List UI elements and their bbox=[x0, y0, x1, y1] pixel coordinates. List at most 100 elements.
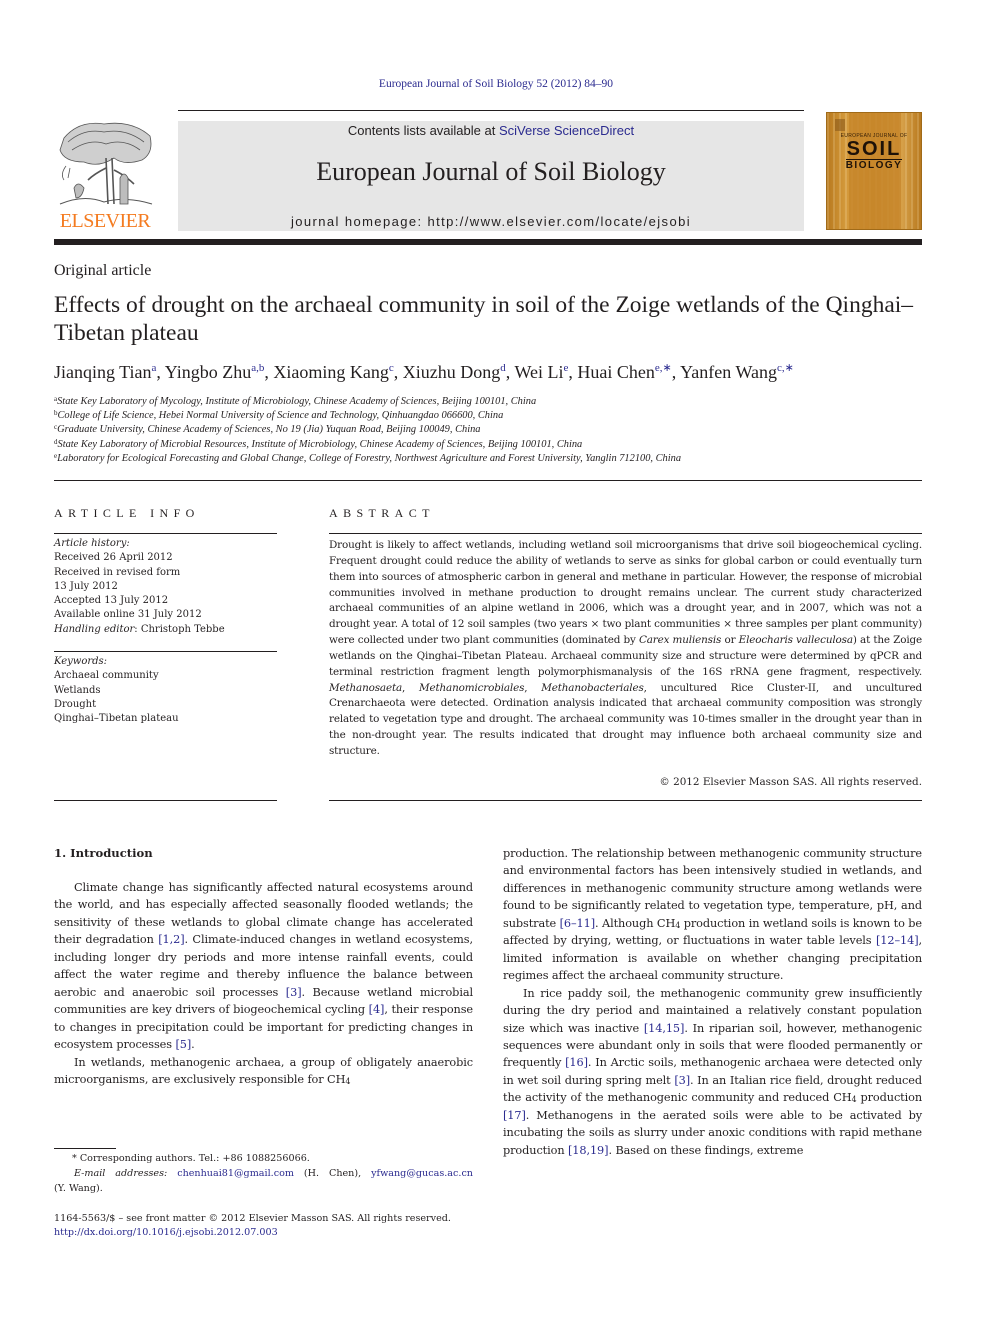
keyword-item: Drought bbox=[54, 698, 97, 710]
elsevier-logo[interactable]: ELSEVIER bbox=[54, 118, 156, 234]
history-item: Available online 31 July 2012 bbox=[54, 609, 202, 621]
email-owner-wang: (Y. Wang). bbox=[54, 1183, 103, 1194]
author-affiliation-marker[interactable]: e,∗ bbox=[655, 362, 672, 374]
corresponding-author-footnote: * Corresponding authors. Tel.: +86 10882… bbox=[54, 1151, 473, 1196]
citation-ref-link[interactable]: [4] bbox=[369, 1003, 385, 1016]
doi-link[interactable]: http://dx.doi.org/10.1016/j.ejsobi.2012.… bbox=[54, 1227, 278, 1238]
keyword-item: Archaeal community bbox=[54, 670, 159, 682]
article-info-rule bbox=[54, 533, 277, 534]
author-separator: , bbox=[671, 362, 681, 382]
citation-ref-link[interactable]: [6–11] bbox=[560, 917, 596, 930]
front-matter-text: 1164-5563/$ – see front matter © 2012 El… bbox=[54, 1213, 451, 1224]
author-name[interactable]: Xiaoming Kang bbox=[273, 362, 388, 382]
citation-ref-link[interactable]: [18,19] bbox=[568, 1144, 609, 1157]
citation-ref-link[interactable]: [1,2] bbox=[158, 933, 184, 946]
abstract-italic-term: Eleocharis valleculosa bbox=[738, 634, 853, 647]
abstract-text-run: Drought is likely to affect wetlands, in… bbox=[329, 539, 922, 647]
citation-ref-link[interactable]: [17] bbox=[503, 1109, 526, 1122]
contents-line: Contents lists available at SciVerse Sci… bbox=[178, 123, 804, 138]
subscript: 4 bbox=[345, 1076, 351, 1086]
citation-ref-link[interactable]: [3] bbox=[674, 1074, 690, 1087]
author-name[interactable]: Yanfen Wang bbox=[680, 362, 777, 382]
affiliation-text: College of Life Science, Hebei Normal Un… bbox=[57, 410, 504, 422]
affiliation-item: cGraduate University, Chinese Academy of… bbox=[54, 423, 934, 437]
affiliation-item: eLaboratory for Ecological Forecasting a… bbox=[54, 452, 934, 466]
author-name[interactable]: Jianqing Tian bbox=[54, 362, 152, 382]
keyword-item: Wetlands bbox=[54, 684, 101, 696]
journal-cover-thumbnail[interactable]: EUROPEAN JOURNAL OF SOIL BIOLOGY bbox=[826, 112, 922, 230]
abstract-italic-term: Carex muliensis bbox=[638, 634, 722, 647]
front-matter: 1164-5563/$ – see front matter © 2012 El… bbox=[54, 1212, 494, 1240]
keywords-rule bbox=[54, 651, 277, 652]
citation-ref-link[interactable]: [12–14] bbox=[876, 934, 919, 947]
author-name[interactable]: Wei Li bbox=[514, 362, 563, 382]
citation-ref-link[interactable]: [14,15] bbox=[644, 1022, 685, 1035]
abstract-italic-term: Methanomicrobiales bbox=[419, 681, 525, 694]
body-column-right: production. The relationship between met… bbox=[503, 845, 922, 1159]
header-rule bbox=[178, 110, 804, 111]
author-separator: , bbox=[156, 362, 165, 382]
body-column-left: Climate change has significantly affecte… bbox=[54, 879, 473, 1088]
article-info-heading: ARTICLE INFO bbox=[54, 506, 200, 520]
journal-homepage-link[interactable]: journal homepage: http://www.elsevier.co… bbox=[178, 214, 804, 229]
sciencedirect-link[interactable]: SciVerse ScienceDirect bbox=[499, 123, 634, 138]
email-line: E-mail addresses: chenhuai81@gmail.com (… bbox=[54, 1166, 473, 1181]
citation-ref-link[interactable]: [16] bbox=[565, 1056, 588, 1069]
abstract-italic-term: Methanosaeta bbox=[329, 681, 403, 694]
abstract-bottom-rule bbox=[329, 800, 922, 801]
keywords-label: Keywords: bbox=[54, 656, 108, 667]
journal-masthead: Contents lists available at SciVerse Sci… bbox=[178, 121, 804, 231]
affiliation-text: State Key Laboratory of Microbial Resour… bbox=[57, 438, 583, 450]
history-item: Received 26 April 2012 bbox=[54, 552, 173, 564]
affiliation-text: Laboratory for Ecological Forecasting an… bbox=[57, 452, 682, 464]
author-affiliation-marker[interactable]: c,∗ bbox=[777, 362, 794, 374]
citation-ref-link[interactable]: [3] bbox=[286, 986, 302, 999]
body-paragraph: production. The relationship between met… bbox=[503, 845, 922, 985]
article-history-label: Article history: bbox=[54, 538, 130, 549]
history-item: Accepted 13 July 2012 bbox=[54, 595, 169, 607]
abstract-copyright: © 2012 Elsevier Masson SAS. All rights r… bbox=[659, 776, 922, 788]
handling-editor-name: : Christoph Tebbe bbox=[134, 623, 225, 635]
affiliation-text: Graduate University, Chinese Academy of … bbox=[57, 424, 481, 436]
affiliation-item: aState Key Laboratory of Mycology, Insti… bbox=[54, 395, 934, 409]
body-text-run: . Although CH bbox=[595, 916, 676, 930]
elsevier-wordmark: ELSEVIER bbox=[59, 210, 151, 232]
citation-ref-link[interactable]: [5] bbox=[175, 1038, 191, 1051]
affiliation-text: State Key Laboratory of Mycology, Instit… bbox=[57, 396, 537, 407]
abstract-text-run: , bbox=[402, 681, 419, 694]
author-name[interactable]: Yingbo Zhu bbox=[165, 362, 252, 382]
header-thick-rule bbox=[54, 239, 922, 245]
author-list: Jianqing Tiana, Yingbo Zhua,b, Xiaoming … bbox=[54, 362, 934, 383]
body-text-run: In wetlands, methanogenic archaea, a gro… bbox=[54, 1055, 473, 1086]
email-link-wang[interactable]: yfwang@gucas.ac.cn bbox=[371, 1168, 473, 1179]
corresponding-line: * Corresponding authors. Tel.: +86 10882… bbox=[72, 1153, 310, 1164]
body-text-run: . Based on these findings, extreme bbox=[608, 1143, 804, 1157]
handling-editor: Handling editor: Christoph Tebbe bbox=[54, 623, 277, 637]
abstract-heading: ABSTRACT bbox=[329, 506, 435, 520]
email-link-chen[interactable]: chenhuai81@gmail.com bbox=[177, 1168, 294, 1179]
abstract-text-run: , bbox=[524, 681, 542, 694]
body-paragraph: Climate change has significantly affecte… bbox=[54, 879, 473, 1054]
history-item: Received in revised form bbox=[54, 566, 181, 578]
handling-editor-label: Handling editor bbox=[54, 623, 135, 635]
history-item: 13 July 2012 bbox=[54, 580, 118, 592]
body-text-run: . bbox=[191, 1038, 195, 1052]
email-owner-chen: (H. Chen), bbox=[293, 1168, 372, 1179]
section-heading-introduction: 1. Introduction bbox=[54, 846, 153, 860]
author-affiliation-marker[interactable]: a,b bbox=[251, 362, 264, 374]
contents-prefix: Contents lists available at bbox=[347, 123, 499, 138]
abstract-italic-term: Methanobacteriales bbox=[541, 681, 644, 694]
article-type: Original article bbox=[54, 262, 152, 279]
abstract-text: Drought is likely to affect wetlands, in… bbox=[329, 538, 922, 760]
author-name[interactable]: Huai Chen bbox=[577, 362, 654, 382]
article-title: Effects of drought on the archaeal commu… bbox=[54, 292, 914, 346]
tree-engraving-icon bbox=[59, 122, 153, 205]
affiliation-item: dState Key Laboratory of Microbial Resou… bbox=[54, 438, 934, 452]
abstract-text-run: or bbox=[721, 634, 739, 647]
body-paragraph: In wetlands, methanogenic archaea, a gro… bbox=[54, 1054, 473, 1089]
article-history: Article history: Received 26 April 2012 … bbox=[54, 537, 277, 637]
keywords: Keywords: Archaeal community Wetlands Dr… bbox=[54, 655, 277, 726]
author-name[interactable]: Xiuzhu Dong bbox=[403, 362, 501, 382]
keyword-item: Qinghai–Tibetan plateau bbox=[54, 713, 179, 725]
journal-citation-link[interactable]: European Journal of Soil Biology 52 (201… bbox=[0, 78, 992, 90]
